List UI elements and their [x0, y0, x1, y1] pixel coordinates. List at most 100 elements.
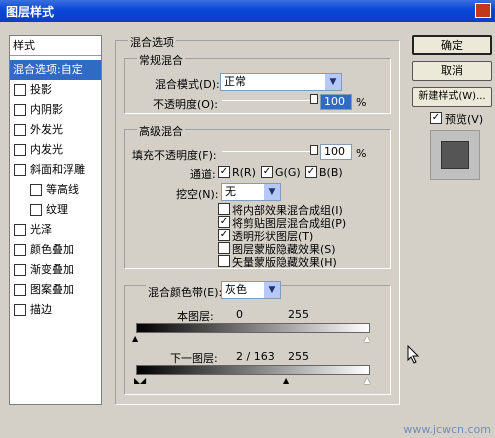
blend-if-label: 混合颜色带(E):	[146, 284, 225, 300]
vector-mask-hides-checkbox[interactable]	[218, 255, 230, 267]
new-style-button[interactable]: 新建样式(W)...	[412, 87, 492, 107]
cancel-button[interactable]: 取消	[412, 61, 492, 81]
opacity-unit: %	[356, 96, 367, 109]
sidebar-item-gradient-overlay[interactable]: 渐变叠加	[10, 260, 101, 280]
opacity-input[interactable]: 100	[320, 94, 352, 110]
this-layer-low-value: 0	[236, 308, 243, 321]
watermark: www.jcwcn.com	[403, 423, 491, 436]
sidebar-item-label: 内阴影	[30, 103, 63, 116]
this-layer-gradient	[136, 323, 370, 333]
window-title: 图层样式	[6, 5, 55, 19]
sidebar-item-outer-glow[interactable]: 外发光	[10, 120, 101, 140]
chevron-down-icon: ▼	[264, 184, 280, 200]
layer-mask-hides-checkbox[interactable]	[218, 242, 230, 254]
channel-b-label: B(B)	[319, 166, 343, 179]
underlying-layer-black-slider-right[interactable]: ◢	[140, 377, 146, 385]
chevron-down-icon: ▼	[264, 282, 280, 298]
this-layer-high-value: 255	[288, 308, 309, 321]
sidebar-item-label: 投影	[30, 83, 52, 96]
sidebar-item-label: 纹理	[46, 203, 68, 216]
this-layer-label: 本图层:	[177, 310, 214, 323]
checkbox[interactable]	[14, 304, 26, 316]
checkbox[interactable]	[30, 184, 42, 196]
checkbox[interactable]	[14, 144, 26, 156]
checkbox[interactable]	[14, 264, 26, 276]
style-list-header: 样式	[10, 36, 101, 56]
sidebar-item-blending-options[interactable]: 混合选项:自定	[10, 60, 101, 80]
checkbox[interactable]	[14, 104, 26, 116]
sidebar-item-satin[interactable]: 光泽	[10, 220, 101, 240]
sidebar-item-label: 光泽	[30, 223, 52, 236]
sidebar-item-bevel-emboss[interactable]: 斜面和浮雕	[10, 160, 101, 180]
this-layer-white-slider[interactable]: ▲	[364, 335, 370, 343]
checkbox[interactable]	[14, 224, 26, 236]
preview-swatch	[430, 130, 480, 180]
sidebar-item-drop-shadow[interactable]: 投影	[10, 80, 101, 100]
sidebar-item-texture[interactable]: 纹理	[10, 200, 101, 220]
checkbox[interactable]	[14, 244, 26, 256]
underlying-layer-mid-slider[interactable]: ▲	[283, 377, 289, 385]
fill-opacity-unit: %	[356, 147, 367, 160]
blend-mode-select[interactable]: 正常 ▼	[220, 73, 342, 91]
checkbox[interactable]	[14, 124, 26, 136]
underlying-layer-white-slider[interactable]: ▲	[364, 377, 370, 385]
close-button[interactable]	[475, 3, 491, 18]
opacity-slider-thumb[interactable]	[310, 94, 318, 104]
channel-g-label: G(G)	[275, 166, 301, 179]
ok-button-label: 确定	[441, 39, 463, 52]
fill-opacity-slider-thumb[interactable]	[310, 145, 318, 155]
blend-if-group	[124, 285, 391, 395]
new-style-button-label: 新建样式(W)...	[418, 91, 486, 102]
underlying-layer-high-value: 255	[288, 350, 309, 363]
blend-if-value: 灰色	[225, 283, 247, 296]
checkbox[interactable]	[14, 84, 26, 96]
sidebar-item-inner-shadow[interactable]: 内阴影	[10, 100, 101, 120]
knockout-value: 无	[225, 185, 236, 198]
this-layer-black-slider[interactable]: ▲	[132, 335, 138, 343]
blend-mode-label: 混合模式(D):	[155, 78, 220, 91]
title-bar: 图层样式	[0, 0, 495, 22]
blend-interior-checkbox[interactable]	[218, 203, 230, 215]
underlying-layer-value: 2 / 163	[236, 350, 275, 363]
style-list-header-label: 样式	[13, 39, 35, 52]
channel-g-checkbox[interactable]: ✓	[261, 166, 273, 178]
sidebar-item-label: 渐变叠加	[30, 263, 74, 276]
opacity-value: 100	[324, 95, 345, 108]
opacity-slider-track[interactable]	[222, 100, 317, 101]
sidebar-item-color-overlay[interactable]: 颜色叠加	[10, 240, 101, 260]
knockout-select[interactable]: 无 ▼	[221, 183, 281, 201]
sidebar-item-contour[interactable]: 等高线	[10, 180, 101, 200]
channel-b-checkbox[interactable]: ✓	[305, 166, 317, 178]
checkbox[interactable]	[14, 284, 26, 296]
blend-if-select[interactable]: 灰色 ▼	[221, 281, 281, 299]
knockout-label: 挖空(N):	[176, 188, 219, 201]
sidebar-item-label: 等高线	[46, 183, 79, 196]
checkbox[interactable]	[14, 164, 26, 176]
fill-opacity-input[interactable]: 100	[320, 144, 352, 160]
style-list: 样式 混合选项:自定 投影 内阴影 外发光 内发光 斜面和浮雕 等高线 纹理 光…	[9, 35, 102, 405]
transparency-shapes-checkbox[interactable]: ✓	[218, 229, 230, 241]
vector-mask-hides-label: 矢量蒙版隐藏效果(H)	[232, 256, 337, 269]
preview-label: 预览(V)	[445, 113, 484, 126]
sidebar-item-label: 描边	[30, 303, 52, 316]
underlying-layer-label: 下一图层:	[170, 352, 218, 365]
fill-opacity-label: 填充不透明度(F):	[132, 149, 217, 162]
channel-r-checkbox[interactable]: ✓	[218, 166, 230, 178]
preview-shape	[441, 141, 469, 169]
mouse-cursor-icon	[407, 345, 420, 364]
advanced-blending-title: 高级混合	[137, 123, 185, 139]
ok-button[interactable]: 确定	[412, 35, 492, 55]
sidebar-item-pattern-overlay[interactable]: 图案叠加	[10, 280, 101, 300]
blending-options-title: 混合选项	[128, 34, 176, 50]
channel-r-label: R(R)	[232, 166, 256, 179]
sidebar-item-label: 内发光	[30, 143, 63, 156]
sidebar-item-label: 混合选项:自定	[13, 63, 83, 76]
blend-clipped-checkbox[interactable]: ✓	[218, 216, 230, 228]
checkbox[interactable]	[30, 204, 42, 216]
fill-opacity-slider-track[interactable]	[222, 151, 317, 152]
sidebar-item-inner-glow[interactable]: 内发光	[10, 140, 101, 160]
sidebar-item-label: 颜色叠加	[30, 243, 74, 256]
general-blending-title: 常规混合	[137, 52, 185, 68]
sidebar-item-stroke[interactable]: 描边	[10, 300, 101, 320]
preview-checkbox[interactable]: ✓	[430, 112, 442, 124]
